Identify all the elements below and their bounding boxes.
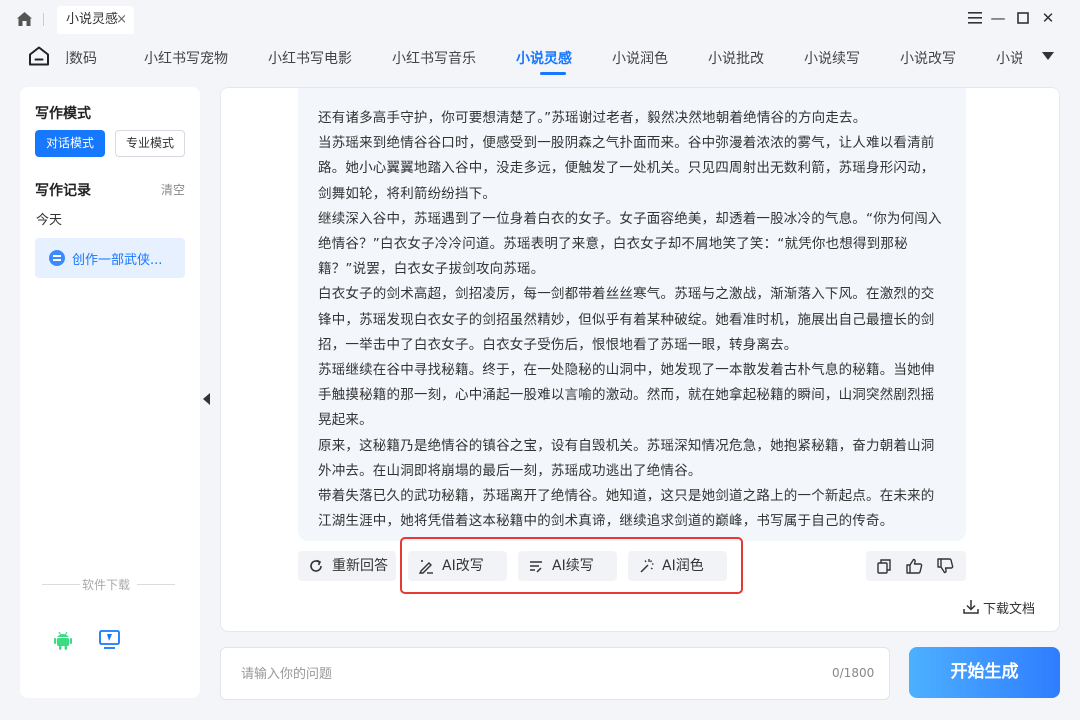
- document-tab[interactable]: 小说灵感 ×: [57, 6, 134, 34]
- tab-novel-inspiration[interactable]: 小说灵感: [516, 48, 572, 68]
- maximize-icon[interactable]: [1014, 9, 1032, 27]
- tab-novel-review[interactable]: 小说批改: [708, 48, 764, 68]
- story-output: 还有诸多高手守护，你可要想清楚了。”苏瑶谢过老者，毅然决然地朝着绝情谷的方向走去…: [298, 88, 966, 541]
- regenerate-label: 重新回答: [332, 558, 388, 574]
- story-paragraph: 还有诸多高手守护，你可要想清楚了。”苏瑶谢过老者，毅然决然地朝着绝情谷的方向走去…: [318, 110, 867, 126]
- active-tab-indicator: [540, 72, 566, 75]
- story-paragraph: 当苏瑶来到绝情谷谷口时，便感受到一股阴森之气扑面而来。谷中弥漫着浓浓的雾气，让人…: [318, 135, 935, 202]
- chat-bubble-icon: [49, 250, 65, 266]
- tab-xhs-pets[interactable]: 小红书写宠物: [144, 48, 228, 68]
- nav-home-icon[interactable]: [28, 46, 50, 66]
- question-input-box: 0/1800: [220, 647, 890, 700]
- feedback-toolbar: [866, 551, 966, 581]
- menu-icon[interactable]: [966, 9, 984, 27]
- story-paragraph: 继续深入谷中，苏瑶遇到了一位身着白衣的女子。女子面容绝美，却透着一股冰冷的气息。…: [318, 210, 942, 278]
- copy-icon[interactable]: [876, 558, 892, 574]
- collapse-sidebar-icon[interactable]: [203, 393, 210, 405]
- char-counter: 0/1800: [832, 666, 875, 680]
- regenerate-button[interactable]: 重新回答: [298, 551, 396, 581]
- highlight-box: [400, 537, 743, 594]
- generate-button[interactable]: 开始生成: [909, 647, 1060, 698]
- writing-records-title: 写作记录: [35, 183, 91, 199]
- tab-novel-continue[interactable]: 小说续写: [804, 48, 860, 68]
- question-input[interactable]: [241, 664, 801, 684]
- story-paragraph: 白衣女子的剑术高超，剑招凌厉，每一剑都带着丝丝寒气。苏瑶与之激战，渐渐落入下风。…: [318, 286, 935, 353]
- tab-novel-polish[interactable]: 小说润色: [612, 48, 668, 68]
- main-panel: 还有诸多高手守护，你可要想清楚了。”苏瑶谢过老者，毅然决然地朝着绝情谷的方向走去…: [220, 87, 1060, 632]
- record-item-label: 创作一部武侠...: [72, 253, 163, 268]
- title-separator: [43, 13, 44, 26]
- record-item[interactable]: 创作一部武侠...: [35, 238, 185, 278]
- chat-mode-button[interactable]: 对话模式: [35, 130, 105, 157]
- document-tab-label: 小说灵感: [66, 12, 119, 27]
- category-nav: 剧数码 小红书写宠物 小红书写电影 小红书写音乐 小说灵感 小说润色 小说批改 …: [0, 38, 1080, 78]
- android-icon[interactable]: [54, 630, 72, 650]
- nav-tabs: 剧数码 小红书写宠物 小红书写电影 小红书写音乐 小说灵感 小说润色 小说批改 …: [66, 38, 1022, 78]
- refresh-icon: [310, 559, 322, 572]
- title-bar: 小说灵感 × — ✕: [0, 0, 1080, 38]
- tab-xhs-music[interactable]: 小红书写音乐: [392, 48, 476, 68]
- clear-records-button[interactable]: 清空: [161, 181, 185, 198]
- tab-xhs-movies[interactable]: 小红书写电影: [268, 48, 352, 68]
- thumbs-down-icon[interactable]: [937, 558, 954, 574]
- story-paragraph: 带着失落已久的武功秘籍，苏瑶离开了绝情谷。她知道，这只是她剑道之路上的一个新起点…: [318, 488, 935, 530]
- minimize-icon[interactable]: —: [989, 9, 1007, 27]
- tab-digital[interactable]: 剧数码: [66, 48, 97, 68]
- story-paragraph: 苏瑶继续在谷中寻找秘籍。终于，在一处隐秘的山洞中，她发现了一本散发着古朴气息的秘…: [318, 362, 935, 429]
- download-icon: [963, 600, 979, 614]
- divider-left: [42, 584, 80, 585]
- tab-novel-rewrite[interactable]: 小说改写: [900, 48, 956, 68]
- story-paragraph: 原来，这秘籍乃是绝情谷的镇谷之宝，设有自毁机关。苏瑶深知情况危急，她抱紧秘籍，奋…: [318, 437, 935, 479]
- sidebar: 写作模式 对话模式 专业模式 写作记录 清空 今天 创作一部武侠... 软件下载: [20, 87, 200, 698]
- home-icon[interactable]: [16, 11, 33, 27]
- tab-novel-more[interactable]: 小说: [996, 48, 1022, 68]
- tab-close-icon[interactable]: ×: [116, 6, 127, 34]
- divider-right: [137, 584, 175, 585]
- writing-mode-title: 写作模式: [35, 106, 91, 122]
- thumbs-up-icon[interactable]: [906, 558, 923, 574]
- close-window-icon[interactable]: ✕: [1039, 9, 1057, 27]
- date-group-label: 今天: [36, 213, 63, 228]
- download-section-label: 软件下载: [82, 578, 131, 592]
- download-label: 下载文档: [983, 602, 1036, 617]
- nav-more-icon[interactable]: [1042, 52, 1054, 60]
- pro-mode-button[interactable]: 专业模式: [115, 130, 185, 157]
- desktop-icon[interactable]: [99, 630, 120, 650]
